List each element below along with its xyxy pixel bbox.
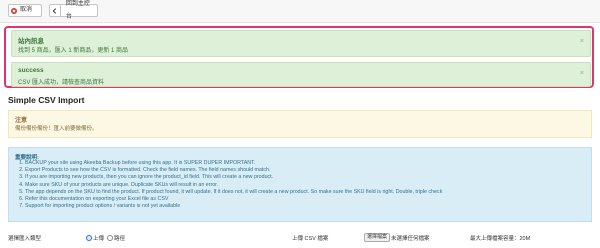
choose-file-button[interactable]: 選擇檔案	[364, 233, 391, 242]
import-type-label: 選擇匯入類型	[8, 236, 42, 242]
alert-title: success	[18, 67, 44, 74]
cancel-icon	[11, 7, 17, 14]
list-item: Make sure SKU of your products are uniqu…	[25, 182, 442, 189]
instructions-list: BACKUP your site using Akeeba Backup bef…	[9, 160, 442, 210]
warning-title: 注意	[15, 118, 28, 124]
system-message-alert: 站內訊息 找到 5 商品，匯入 1 新商品，更新 1 商品 ×	[11, 30, 591, 57]
import-form-row: 選擇匯入類型 上傳 路徑 上傳 CSV 檔案 選擇檔案 未選擇任何檔案 最大上傳…	[0, 232, 600, 246]
chevron-left-icon	[50, 5, 61, 16]
path-option-label: 路徑	[114, 236, 126, 242]
list-item: The app depends on the SKU to find the p…	[25, 189, 442, 196]
path-option[interactable]: 路徑	[107, 234, 125, 242]
back-to-dashboard-button[interactable]: 回到主控台	[49, 1, 98, 20]
alert-message: CSV 匯入成功，請檢查商品資料	[18, 80, 105, 86]
warning-message: 備份備份備份！匯入前要做備份。	[15, 126, 98, 132]
warning-alert: 注意 備份備份備份！匯入前要做備份。	[8, 110, 592, 138]
list-item: If you are importing new products, then …	[25, 174, 442, 181]
csv-file-label: 上傳 CSV 檔案	[292, 236, 329, 242]
toolbar: 取消 回到主控台	[0, 0, 600, 23]
list-item: Support for importing product options / …	[25, 203, 442, 210]
back-label: 回到主控台	[65, 0, 90, 20]
upload-radio[interactable]	[86, 235, 92, 241]
no-file-text: 未選擇任何檔案	[391, 236, 430, 242]
page-title: Simple CSV Import	[8, 95, 85, 105]
list-item: Refer this documentation on exporting yo…	[25, 196, 442, 203]
alert-message: 找到 5 商品，匯入 1 新商品，更新 1 商品	[18, 48, 129, 54]
list-item: BACKUP your site using Akeeba Backup bef…	[25, 160, 442, 167]
cancel-button[interactable]: 取消	[8, 4, 42, 17]
max-size-text: 最大上傳檔案容量：20M	[470, 236, 531, 242]
alert-title: 站內訊息	[18, 38, 44, 45]
close-icon[interactable]: ×	[580, 38, 584, 45]
upload-option-label: 上傳	[93, 236, 105, 242]
info-alert: 重要說明: BACKUP your site using Akeeba Back…	[8, 147, 592, 222]
upload-option[interactable]: 上傳	[86, 234, 104, 242]
success-alert: success CSV 匯入成功，請檢查商品資料 ×	[11, 62, 591, 87]
close-icon[interactable]: ×	[580, 70, 584, 77]
path-radio[interactable]	[107, 235, 113, 241]
list-item: Export Products to see how the CSV is fo…	[25, 167, 442, 174]
cancel-label: 取消	[20, 7, 33, 13]
